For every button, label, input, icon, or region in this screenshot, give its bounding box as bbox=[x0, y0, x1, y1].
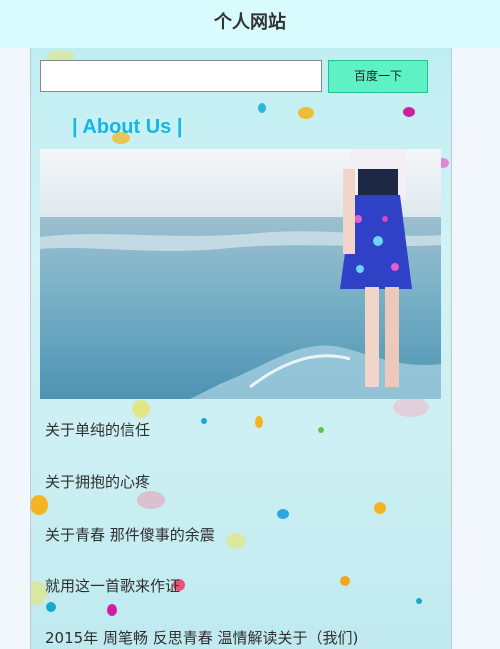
site-title: 个人网站 bbox=[214, 12, 286, 33]
hero-image bbox=[40, 149, 441, 399]
search-button[interactable]: 百度一下 bbox=[328, 60, 428, 93]
site-header: 个人网站 bbox=[0, 0, 500, 48]
article-link[interactable]: 关于拥抱的心疼 bbox=[45, 471, 150, 492]
search-input[interactable] bbox=[40, 60, 322, 92]
main-panel: 百度一下 | About Us | 关于单纯的信任 关于拥抱的心疼 关于青春 那… bbox=[30, 48, 452, 649]
article-link[interactable]: 2015年 周笔畅 反思青春 温情解读关于（我们) bbox=[45, 627, 358, 648]
article-link[interactable]: 关于单纯的信任 bbox=[45, 419, 150, 440]
article-link[interactable]: 关于青春 那件傻事的余震 bbox=[45, 524, 215, 545]
article-link[interactable]: 就用这一首歌来作证 bbox=[45, 575, 180, 596]
about-heading: | About Us | bbox=[72, 116, 183, 138]
